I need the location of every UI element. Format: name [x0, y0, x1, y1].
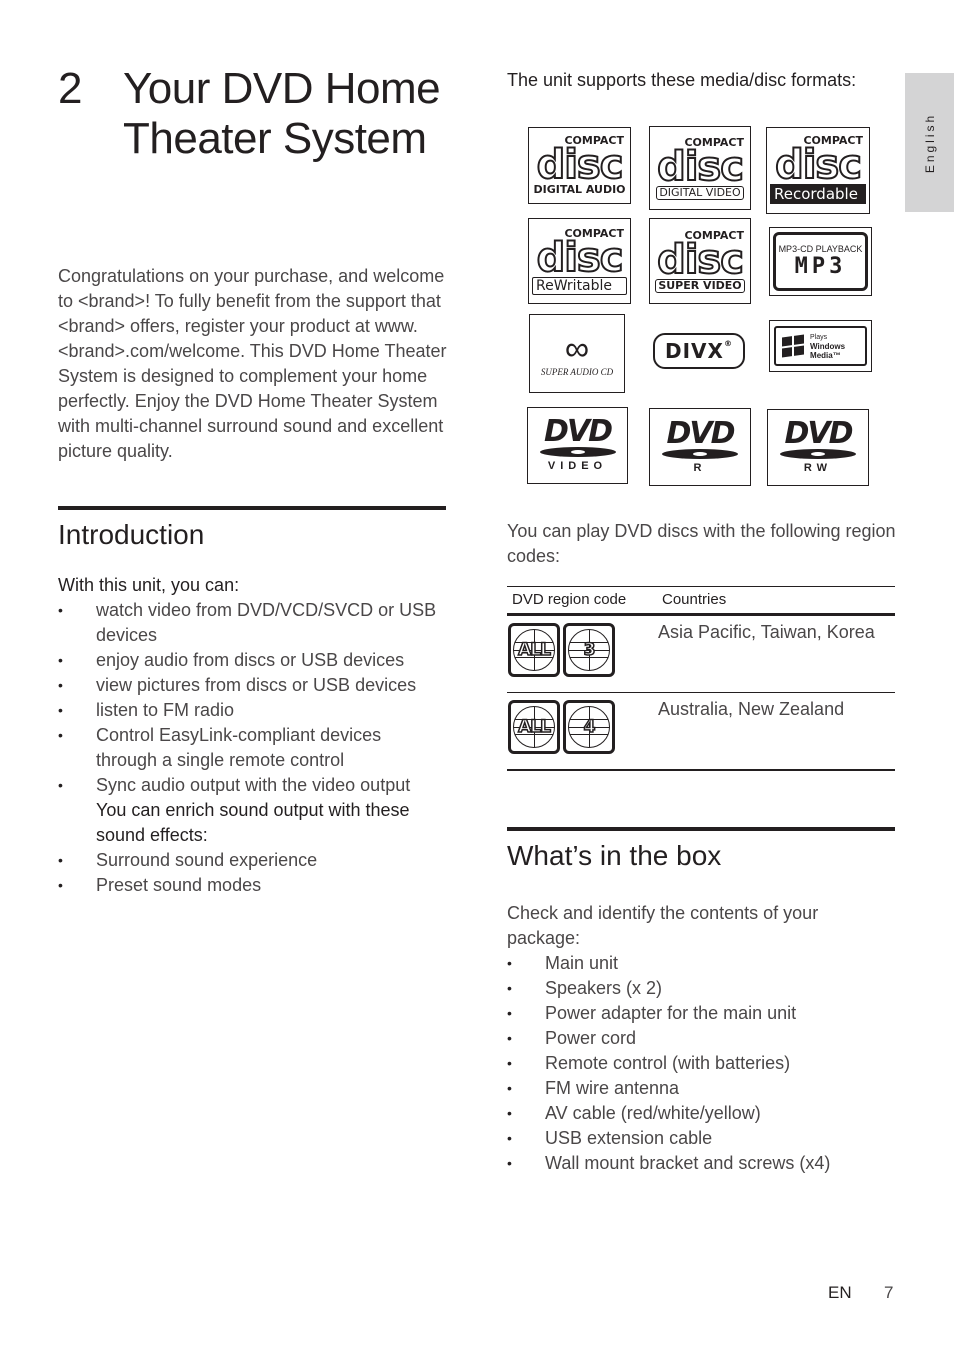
list-item: Control EasyLink-compliant devices throu… — [58, 723, 446, 773]
list-item: enjoy audio from discs or USB devices — [58, 648, 446, 673]
list-item: Surround sound experience — [58, 848, 446, 873]
divx-frame: DIVX® — [653, 333, 745, 369]
sound-effects-lead: You can enrich sound output with these s… — [96, 800, 410, 845]
box-contents-list: Main unit Speakers (x 2) Power adapter f… — [507, 951, 895, 1176]
list-item: Remote control (with batteries) — [507, 1051, 895, 1076]
feature-list: watch video from DVD/VCD/SVCD or USB dev… — [58, 598, 446, 798]
footer-language: EN — [828, 1283, 852, 1302]
wm-text: Plays Windows Media™ — [810, 333, 845, 360]
wm-frame: Plays Windows Media™ — [774, 326, 867, 366]
disc-icon — [780, 449, 856, 459]
list-item: view pictures from discs or USB devices — [58, 673, 446, 698]
logo-text: DVD — [543, 414, 613, 449]
list-item: Sync audio output with the video output — [58, 773, 446, 798]
logo-text: RW — [803, 462, 833, 474]
region-caption: You can play DVD discs with the followin… — [507, 521, 896, 566]
region-icons: ALL 3 — [507, 616, 658, 692]
column-header: DVD region code — [512, 591, 627, 608]
logo-text: MP3-CD PLAYBACK — [778, 243, 863, 254]
mp3-cd-logo: MP3-CD PLAYBACK MP3 — [769, 227, 872, 296]
divx-logo: DIVX® — [648, 326, 750, 376]
list-item: Preset sound modes — [58, 873, 446, 898]
logo-text: DIGITAL AUDIO — [533, 183, 626, 196]
box-body: Check and identify the contents of your … — [507, 901, 895, 1176]
region-all-icon: ALL — [508, 623, 560, 677]
region-icons: ALL 4 — [507, 693, 658, 769]
logo-text: DVD — [666, 415, 735, 451]
logo-text: Plays — [810, 333, 828, 341]
countries-cell: Australia, New Zealand — [658, 699, 845, 719]
region-3-icon: 3 — [563, 623, 615, 677]
region-code: ALL — [517, 639, 551, 661]
list-item: FM wire antenna — [507, 1076, 895, 1101]
list-item: AV cable (red/white/yellow) — [507, 1101, 895, 1126]
logo-text: disc — [536, 142, 625, 188]
section-rule — [507, 827, 895, 831]
region-4-icon: 4 — [563, 700, 615, 754]
list-item: Speakers (x 2) — [507, 976, 895, 1001]
region-code-table: DVD region code Countries ALL 3 Asia Pac… — [507, 586, 895, 771]
region-all-icon: ALL — [508, 700, 560, 754]
introduction-lead: With this unit, you can: — [58, 575, 240, 595]
dvd-r-logo: DVD R — [649, 408, 751, 486]
logo-text: disc — [536, 234, 625, 281]
disc-icon — [539, 447, 616, 457]
logo-text: disc — [774, 142, 863, 188]
logo-text: Recordable — [770, 184, 866, 204]
column-header: Countries — [662, 591, 727, 608]
logo-text: DVD — [784, 416, 853, 451]
logo-text: disc — [656, 143, 745, 190]
page-number: 7 — [884, 1283, 894, 1302]
logo-text: ReWritable — [532, 276, 627, 295]
table-row: ALL 4 Australia, New Zealand — [507, 693, 895, 771]
logo-text: Windows — [810, 341, 846, 351]
whats-in-the-box-title: What’s in the box — [507, 840, 722, 871]
box-lead: Check and identify the contents of your … — [507, 903, 819, 948]
logo-text: Media™ — [810, 350, 841, 360]
cd-super-video-logo: COMPACT disc SUPER VIDEO — [649, 218, 751, 304]
region-code: 3 — [583, 639, 596, 661]
logo-text: VIDEO — [547, 460, 608, 472]
list-item: Power cord — [507, 1026, 895, 1051]
mp3-frame: MP3-CD PLAYBACK MP3 — [773, 231, 868, 292]
introduction-section: Introduction With this unit, you can: wa… — [58, 506, 446, 898]
list-item: Wall mount bracket and screws (x4) — [507, 1151, 895, 1176]
format-logos: COMPACT disc DIGITAL AUDIO COMPACT disc … — [0, 0, 954, 500]
cd-digital-audio-logo: COMPACT disc DIGITAL AUDIO — [528, 127, 631, 204]
logo-text: SUPER AUDIO CD — [540, 366, 614, 377]
introduction-body: With this unit, you can: watch video fro… — [58, 573, 446, 898]
whats-in-the-box-section: What’s in the box Check and identify the… — [507, 827, 895, 1176]
logo-text: DIGITAL VIDEO — [656, 185, 744, 200]
list-item: watch video from DVD/VCD/SVCD or USB dev… — [58, 598, 446, 648]
dvd-rw-logo: DVD RW — [767, 409, 869, 486]
cd-recordable-logo: COMPACT disc Recordable — [766, 127, 870, 214]
list-item: USB extension cable — [507, 1126, 895, 1151]
cd-digital-video-logo: COMPACT disc DIGITAL VIDEO — [649, 126, 751, 210]
cd-rewritable-logo: COMPACT disc ReWritable — [528, 218, 631, 304]
logo-text: disc — [656, 236, 745, 283]
introduction-title: Introduction — [58, 519, 205, 550]
sound-effects-list: Surround sound experience Preset sound m… — [58, 848, 446, 898]
list-item: Main unit — [507, 951, 895, 976]
section-rule — [58, 506, 446, 510]
windows-flag-icon — [782, 334, 805, 358]
disc-icon — [662, 448, 738, 459]
region-code: ALL — [517, 716, 551, 738]
table-header: DVD region code Countries — [507, 587, 895, 613]
super-audio-cd-logo: ∞ SUPER AUDIO CD — [529, 314, 625, 393]
logo-text: SUPER VIDEO — [655, 278, 745, 293]
countries-cell: Asia Pacific, Taiwan, Korea — [658, 622, 875, 642]
list-item: Power adapter for the main unit — [507, 1001, 895, 1026]
logo-text: R — [693, 461, 707, 474]
region-code: 4 — [583, 716, 596, 738]
table-row: ALL 3 Asia Pacific, Taiwan, Korea — [507, 616, 895, 693]
sacd-icon: ∞ — [564, 329, 590, 368]
logo-text: MP3 — [794, 253, 847, 279]
windows-media-logo: Plays Windows Media™ — [769, 320, 872, 372]
list-item: listen to FM radio — [58, 698, 446, 723]
logo-text: ® — [723, 339, 733, 348]
dvd-video-logo: DVD VIDEO — [527, 407, 628, 484]
logo-text: DIVX — [665, 339, 724, 363]
